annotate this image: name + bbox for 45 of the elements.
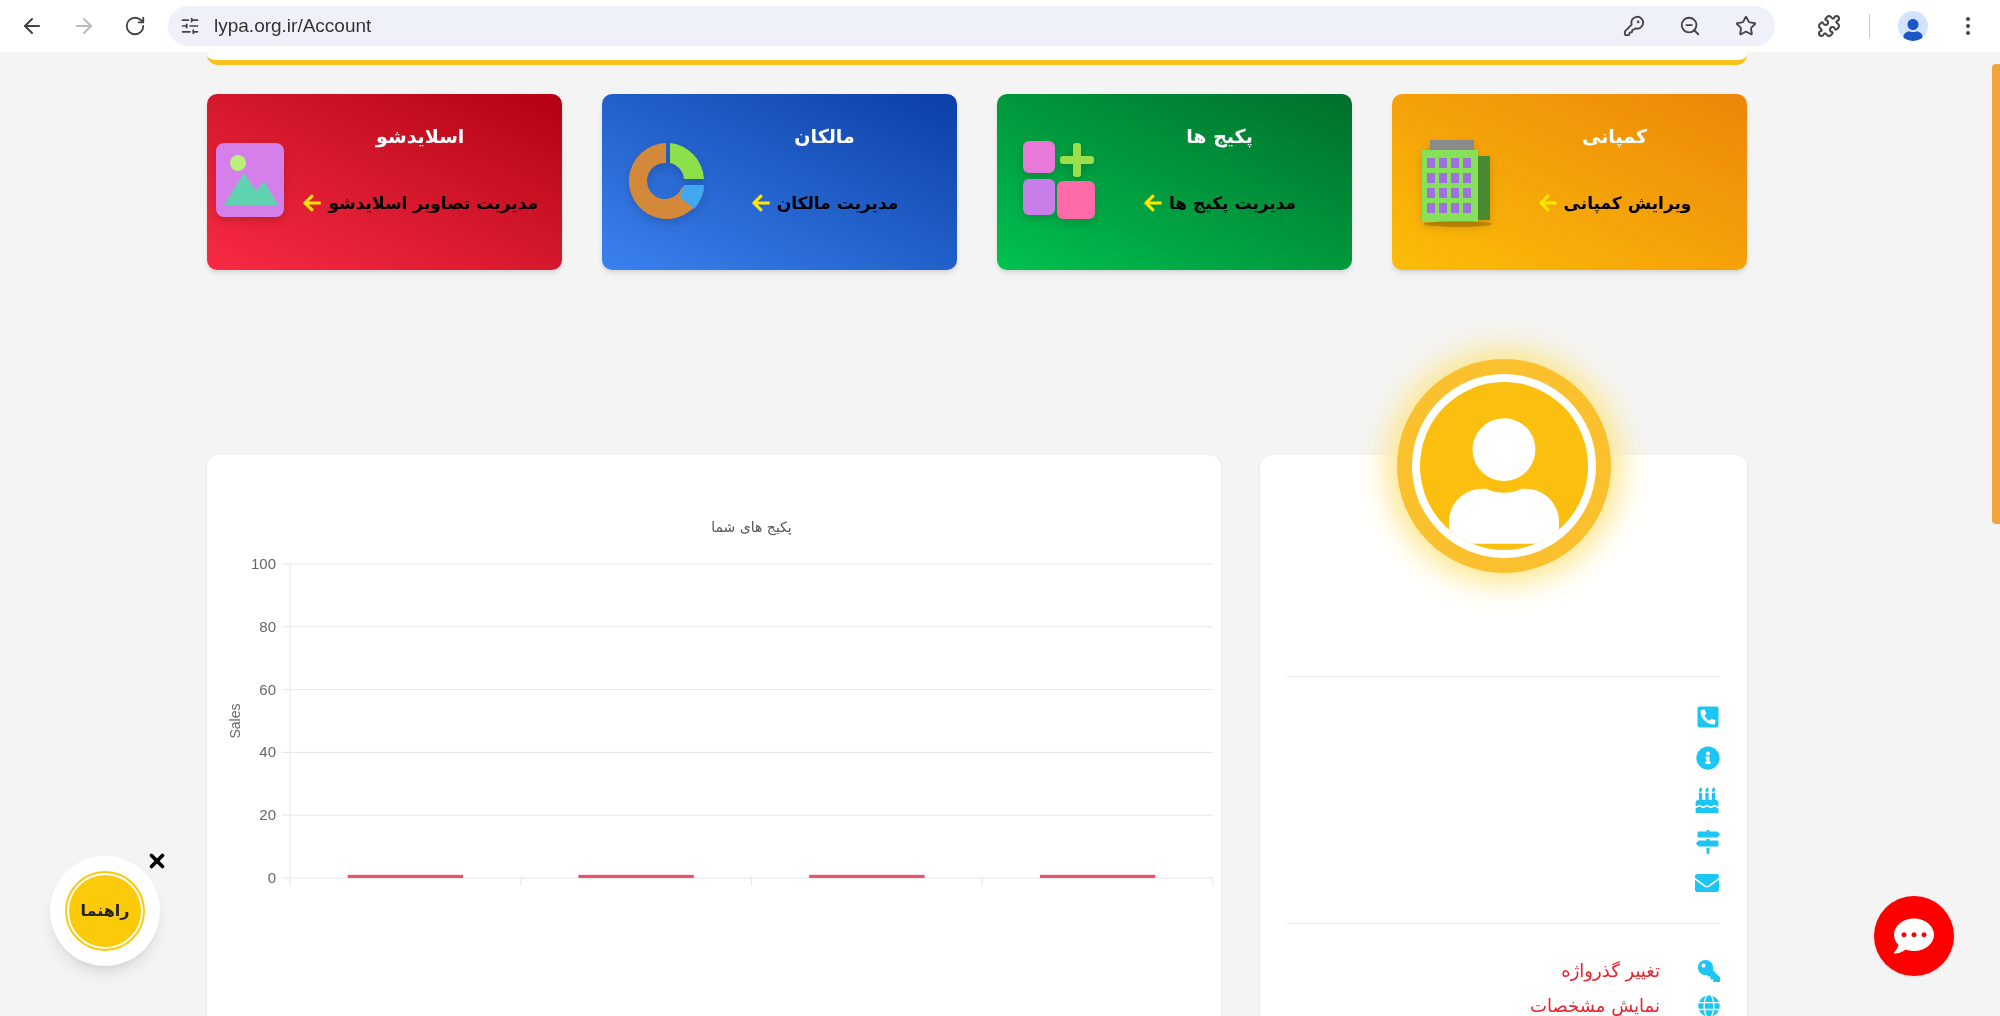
card-title: پکیج ها: [1186, 124, 1253, 150]
address-bar[interactable]: lypa.org.ir/Account: [168, 6, 1775, 46]
axis-tick-label: 100: [250, 555, 276, 572]
arrow-left-icon: [302, 193, 323, 214]
dashboard-card[interactable]: اسلایدشو مدیریت تصاویر اسلایدشو: [207, 94, 562, 270]
card-title: اسلایدشو: [376, 124, 465, 150]
reload-icon[interactable]: [124, 15, 146, 37]
arrow-left-icon: [750, 193, 771, 214]
profile-avatar[interactable]: [1898, 11, 1928, 41]
zoom-icon[interactable]: [1679, 15, 1701, 37]
key-icon[interactable]: [1623, 15, 1645, 37]
cake-icon: [1694, 787, 1720, 813]
profile-link[interactable]: تغییر گذرواژه: [1561, 957, 1660, 984]
card-link[interactable]: مدیریت مالکان: [776, 190, 899, 216]
profile-link[interactable]: نمایش مشخصات: [1530, 992, 1660, 1016]
axis-label: Sales: [227, 703, 243, 739]
site-settings-icon[interactable]: [180, 16, 200, 36]
key-icon: [1698, 959, 1720, 982]
card-link[interactable]: مدیریت تصاویر اسلایدشو: [328, 190, 538, 216]
phone-icon: [1696, 705, 1720, 729]
axis-tick-label: 80: [259, 617, 276, 635]
dashboard-card[interactable]: مالکان مدیریت مالکان: [602, 94, 957, 270]
card-title: مالکان: [794, 124, 855, 149]
card-title: کمپانی: [1582, 124, 1648, 150]
dashboard-card[interactable]: کمپانی ویرایش کمپانی: [1392, 94, 1747, 270]
arrow-left-icon: [1142, 193, 1163, 214]
scrollbar-thumb[interactable]: [1992, 64, 2000, 524]
url-text: lypa.org.ir/Account: [214, 13, 373, 38]
chat-bubble-icon: [1894, 916, 1934, 956]
signpost-icon: [1696, 830, 1720, 854]
axis-tick-label: 60: [259, 680, 276, 698]
envelope-icon: [1694, 871, 1720, 895]
guide-button[interactable]: راهنما: [67, 873, 143, 949]
dashboard-card[interactable]: پکیج ها مدیریت پکیج ها: [997, 94, 1352, 270]
card-link[interactable]: ویرایش کمپانی: [1563, 190, 1692, 216]
globe-icon: [1698, 994, 1720, 1016]
axis-tick-label: 20: [259, 806, 276, 824]
card-link[interactable]: مدیریت پکیج ها: [1168, 190, 1297, 216]
arrow-left-icon: [1537, 193, 1558, 214]
extensions-icon[interactable]: [1817, 14, 1841, 38]
info-icon: [1696, 746, 1720, 770]
axis-tick-label: 40: [259, 743, 276, 761]
chart-title: پکیج های شما: [711, 519, 792, 535]
bookmark-star-icon[interactable]: [1735, 15, 1757, 37]
axis-tick-label: 0: [267, 869, 276, 886]
